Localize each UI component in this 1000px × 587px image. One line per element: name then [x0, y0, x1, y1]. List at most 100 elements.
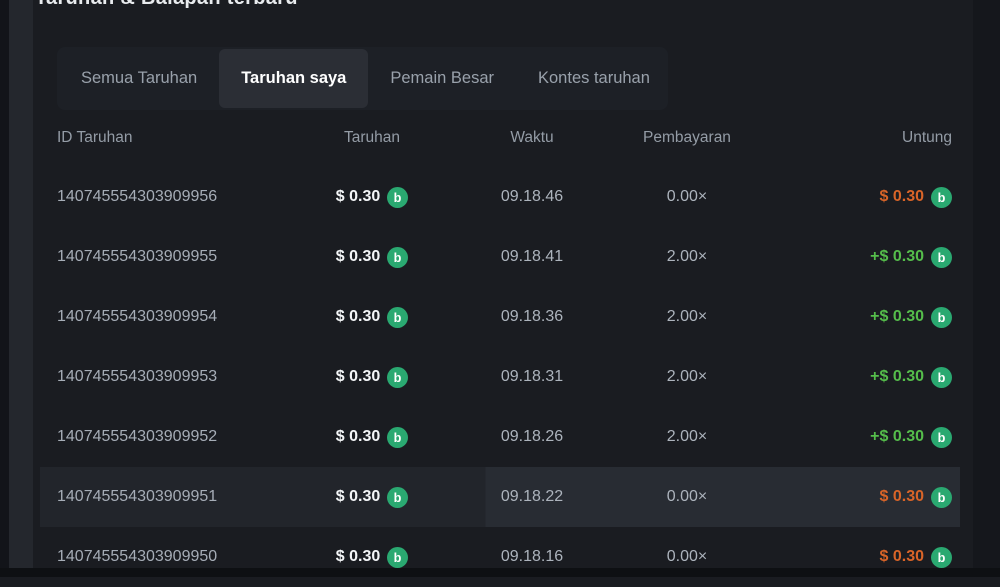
bet-amount-cell: $ 0.30 b — [336, 367, 408, 388]
svg-text:b: b — [938, 250, 946, 264]
column-header: ID Taruhan — [57, 129, 133, 147]
bet-amount: $ 0.30 — [336, 248, 380, 266]
table-row[interactable]: 140745554303909953 $ 0.30 b 09.18.31 2.0… — [40, 347, 960, 407]
bet-time: 09.18.26 — [501, 428, 563, 446]
bet-payout: 2.00× — [667, 428, 707, 446]
table-row[interactable]: 140745554303909951 $ 0.30 b 09.18.22 0.0… — [40, 467, 960, 527]
svg-text:b: b — [938, 430, 946, 444]
bet-amount: $ 0.30 — [336, 368, 380, 386]
left-gutter-band — [9, 0, 33, 568]
table-row[interactable]: 140745554303909956 $ 0.30 b 09.18.46 0.0… — [40, 167, 960, 227]
svg-text:b: b — [938, 550, 946, 564]
bet-id: 140745554303909953 — [57, 368, 217, 386]
svg-text:b: b — [394, 550, 402, 564]
svg-text:b: b — [394, 490, 402, 504]
bet-id: 140745554303909951 — [57, 488, 217, 506]
bet-profit-cell: $ 0.30 b — [880, 487, 952, 508]
bet-payout: 2.00× — [667, 368, 707, 386]
column-header: Untung — [902, 129, 952, 147]
column-header: Taruhan — [344, 129, 400, 147]
bet-amount: $ 0.30 — [336, 488, 380, 506]
svg-text:b: b — [938, 490, 946, 504]
bet-payout: 2.00× — [667, 308, 707, 326]
coin-icon: b — [931, 187, 952, 208]
bet-time: 09.18.31 — [501, 368, 563, 386]
bet-time: 09.18.41 — [501, 248, 563, 266]
coin-icon: b — [931, 487, 952, 508]
bet-id: 140745554303909956 — [57, 188, 217, 206]
coin-icon: b — [387, 307, 408, 328]
bet-payout: 0.00× — [667, 488, 707, 506]
coin-icon: b — [931, 367, 952, 388]
bet-amount: $ 0.30 — [336, 188, 380, 206]
bet-amount-cell: $ 0.30 b — [336, 307, 408, 328]
bet-profit-cell: +$ 0.30 b — [870, 367, 952, 388]
coin-icon: b — [387, 367, 408, 388]
bet-payout: 2.00× — [667, 248, 707, 266]
svg-text:b: b — [938, 310, 946, 324]
bet-id: 140745554303909954 — [57, 308, 217, 326]
svg-text:b: b — [394, 190, 402, 204]
table-row[interactable]: 140745554303909950 $ 0.30 b 09.18.16 0.0… — [40, 527, 960, 587]
table-body: 140745554303909956 $ 0.30 b 09.18.46 0.0… — [40, 167, 960, 587]
svg-text:b: b — [394, 250, 402, 264]
bet-amount-cell: $ 0.30 b — [336, 187, 408, 208]
bet-amount: $ 0.30 — [336, 308, 380, 326]
tab-kontes-taruhan[interactable]: Kontes taruhan — [516, 49, 672, 108]
svg-text:b: b — [938, 370, 946, 384]
coin-icon: b — [931, 427, 952, 448]
tab-label: Pemain Besar — [390, 69, 494, 88]
bet-time: 09.18.16 — [501, 548, 563, 566]
bet-payout: 0.00× — [667, 548, 707, 566]
bet-profit: $ 0.30 — [880, 188, 924, 206]
tab-pemain-besar[interactable]: Pemain Besar — [368, 49, 516, 108]
bet-id: 140745554303909950 — [57, 548, 217, 566]
bet-profit-cell: $ 0.30 b — [880, 547, 952, 568]
tab-bar: Semua Taruhan Taruhan saya Pemain Besar … — [57, 47, 668, 110]
bet-amount-cell: $ 0.30 b — [336, 427, 408, 448]
bet-profit-cell: +$ 0.30 b — [870, 427, 952, 448]
bet-amount-cell: $ 0.30 b — [336, 547, 408, 568]
table-row[interactable]: 140745554303909954 $ 0.30 b 09.18.36 2.0… — [40, 287, 960, 347]
table-header-row: ID Taruhan Taruhan Waktu Pembayaran Untung — [40, 123, 960, 153]
bet-profit-cell: +$ 0.30 b — [870, 247, 952, 268]
bet-profit-cell: +$ 0.30 b — [870, 307, 952, 328]
bet-profit: $ 0.30 — [880, 548, 924, 566]
bet-time: 09.18.22 — [501, 488, 563, 506]
bets-table: ID Taruhan Taruhan Waktu Pembayaran Untung 1… — [40, 123, 960, 587]
coin-icon: b — [387, 187, 408, 208]
bet-profit: +$ 0.30 — [870, 428, 924, 446]
bet-amount-cell: $ 0.30 b — [336, 247, 408, 268]
bet-id: 140745554303909955 — [57, 248, 217, 266]
svg-text:b: b — [394, 310, 402, 324]
coin-icon: b — [931, 307, 952, 328]
tab-label: Kontes taruhan — [538, 69, 650, 88]
table-row[interactable]: 140745554303909955 $ 0.30 b 09.18.41 2.0… — [40, 227, 960, 287]
svg-text:b: b — [394, 370, 402, 384]
bet-profit: +$ 0.30 — [870, 368, 924, 386]
tab-label: Semua Taruhan — [81, 69, 197, 88]
column-header: Pembayaran — [643, 129, 731, 147]
bet-profit: +$ 0.30 — [870, 248, 924, 266]
left-edge-band — [0, 0, 9, 577]
coin-icon: b — [931, 247, 952, 268]
bet-amount: $ 0.30 — [336, 548, 380, 566]
coin-icon: b — [387, 247, 408, 268]
coin-icon: b — [387, 547, 408, 568]
coin-icon: b — [931, 547, 952, 568]
bet-profit-cell: $ 0.30 b — [880, 187, 952, 208]
right-edge-band — [973, 0, 1000, 568]
tab-semua-taruhan[interactable]: Semua Taruhan — [59, 49, 219, 108]
coin-icon: b — [387, 487, 408, 508]
coin-icon: b — [387, 427, 408, 448]
bet-amount-cell: $ 0.30 b — [336, 487, 408, 508]
column-header: Waktu — [510, 129, 553, 147]
bet-time: 09.18.46 — [501, 188, 563, 206]
bet-profit: $ 0.30 — [880, 488, 924, 506]
bet-time: 09.18.36 — [501, 308, 563, 326]
table-row[interactable]: 140745554303909952 $ 0.30 b 09.18.26 2.0… — [40, 407, 960, 467]
tab-taruhan-saya[interactable]: Taruhan saya — [219, 49, 368, 108]
bet-id: 140745554303909952 — [57, 428, 217, 446]
page-title: Taruhan & Balapan terbaru — [35, 0, 298, 10]
bet-profit: +$ 0.30 — [870, 308, 924, 326]
